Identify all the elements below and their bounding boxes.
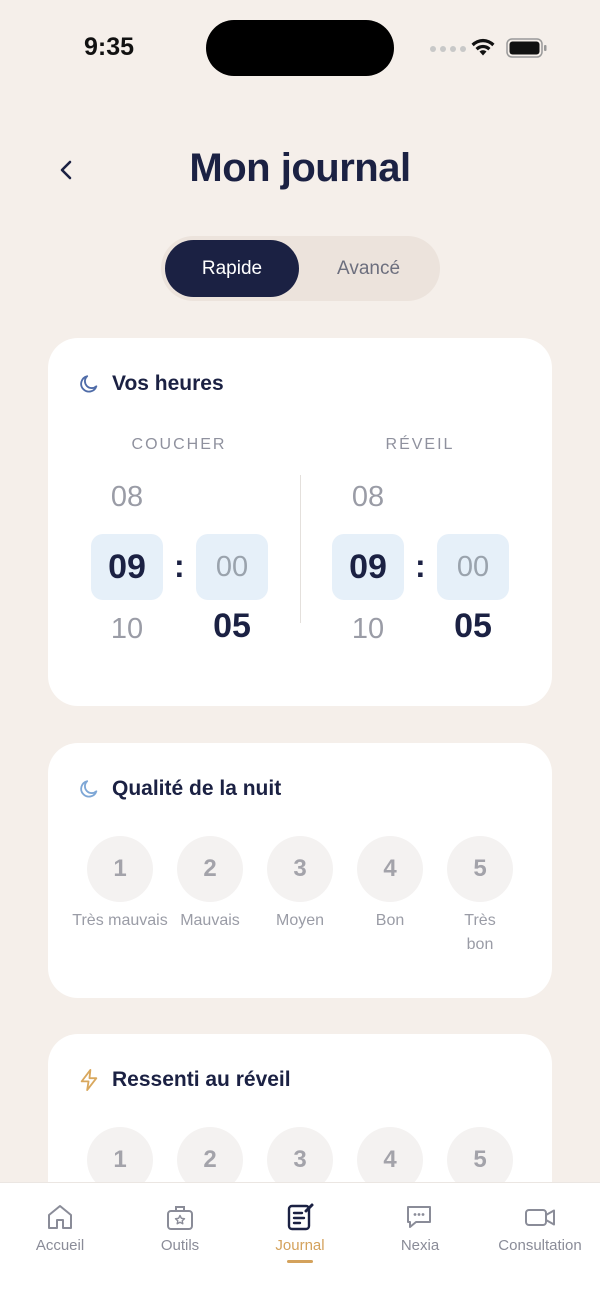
quality-label-4: Bon [375, 912, 405, 929]
wake-hour-selected[interactable]: 09 [332, 534, 404, 600]
status-bar: 9:35 [0, 0, 600, 96]
night-quality-title: Qualité de la nuit [112, 777, 282, 800]
bedtime-hour-prev[interactable]: 08 [91, 481, 163, 514]
tab-consultation-label: Consultation [498, 1237, 582, 1254]
bedtime-label: COUCHER [131, 436, 227, 453]
wake-hour-next[interactable]: 10 [332, 613, 404, 646]
tab-journal[interactable]: Journal [240, 1201, 360, 1263]
wake-label: RÉVEIL [385, 436, 455, 453]
bottom-tab-bar: Accueil Outils Journal Nexia Consultatio… [0, 1182, 600, 1305]
tab-accueil[interactable]: Accueil [0, 1201, 120, 1254]
tab-outils[interactable]: Outils [120, 1201, 240, 1254]
wake-colon: : [415, 548, 426, 584]
tab-avance[interactable]: Avancé [301, 240, 436, 297]
bedtime-minute-selected[interactable]: 00 [196, 534, 268, 600]
wake-hour-prev[interactable]: 08 [332, 481, 404, 514]
quality-label-1: Très mauvais [72, 912, 168, 929]
mode-toggle: Rapide Avancé [161, 236, 440, 301]
lightning-icon [80, 1068, 98, 1091]
hours-card-title: Vos heures [112, 372, 224, 395]
bedtime-hour-next[interactable]: 10 [91, 613, 163, 646]
toolbox-icon [167, 1206, 193, 1230]
bedtime-colon: : [174, 548, 185, 584]
tab-nexia[interactable]: Nexia [360, 1201, 480, 1254]
battery-icon [506, 38, 547, 58]
quality-option-1[interactable]: 1 [87, 836, 153, 902]
hours-card-header: Vos heures [78, 372, 224, 396]
tab-nexia-label: Nexia [400, 1237, 440, 1254]
quality-option-4[interactable]: 4 [357, 836, 423, 902]
quality-option-5[interactable]: 5 [447, 836, 513, 902]
dynamic-island [206, 20, 394, 76]
wake-minute-selected[interactable]: 00 [437, 534, 509, 600]
video-icon [525, 1209, 555, 1226]
bedtime-minute-next[interactable]: 05 [196, 607, 268, 646]
tab-rapide[interactable]: Rapide [165, 240, 299, 297]
chat-icon [407, 1206, 431, 1228]
tab-outils-label: Outils [160, 1237, 200, 1254]
quality-option-3[interactable]: 3 [267, 836, 333, 902]
tab-journal-label: Journal [275, 1237, 325, 1254]
moon-icon [80, 780, 98, 798]
night-quality-card: Qualité de la nuit 1 2 3 4 5 Très mauvai… [48, 743, 552, 998]
quality-label-5: Très bon [464, 912, 496, 953]
page-title: Mon journal [189, 146, 411, 190]
active-tab-indicator [287, 1260, 313, 1263]
tab-accueil-label: Accueil [35, 1237, 85, 1254]
quality-label-2: Mauvais [180, 912, 240, 929]
quality-label-3: Moyen [275, 912, 325, 929]
tab-consultation[interactable]: Consultation [480, 1201, 600, 1254]
moon-icon [80, 375, 98, 393]
signal-icon [430, 46, 466, 52]
hours-card: Vos heures COUCHER RÉVEIL 08 09 10 : 00 … [48, 338, 552, 706]
wake-feeling-title: Ressenti au réveil [112, 1068, 291, 1091]
wake-minute-next[interactable]: 05 [437, 607, 509, 646]
home-icon [48, 1205, 72, 1229]
column-divider [300, 475, 301, 623]
wifi-icon [471, 38, 495, 56]
bedtime-hour-selected[interactable]: 09 [91, 534, 163, 600]
wake-feeling-header: Ressenti au réveil [78, 1068, 291, 1092]
status-time: 9:35 [84, 33, 135, 61]
quality-option-2[interactable]: 2 [177, 836, 243, 902]
journal-icon [287, 1203, 314, 1231]
night-quality-header: Qualité de la nuit [78, 777, 281, 801]
